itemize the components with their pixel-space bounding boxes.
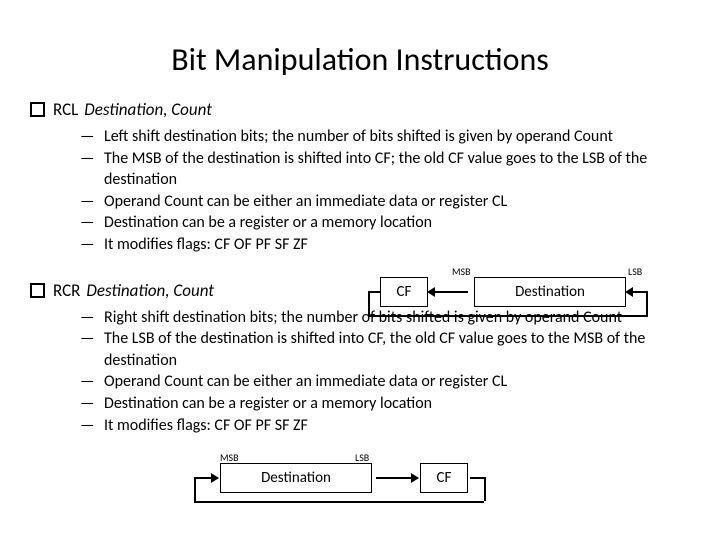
- rcl-mnemonic: RCL: [53, 99, 78, 120]
- rcl-diagram: CF Destination MSB LSB: [380, 272, 660, 322]
- list-item: It modifies flags: CF OF PF SF ZF: [104, 234, 690, 256]
- list-item: Operand Count can be either an immediate…: [104, 191, 690, 213]
- lsb-label: LSB: [628, 265, 642, 278]
- cf-box: CF: [420, 463, 468, 493]
- dest-box: Destination: [220, 463, 372, 493]
- list-item: It modifies flags: CF OF PF SF ZF: [104, 415, 690, 437]
- list-item: The MSB of the destination is shifted in…: [104, 148, 690, 191]
- rcr-mnemonic: RCR: [53, 280, 80, 301]
- rcr-list: —Right shift destination bits; the numbe…: [80, 307, 690, 437]
- cf-box: CF: [380, 277, 428, 307]
- list-item: Destination can be a register or a memor…: [104, 393, 690, 415]
- bullet-square-icon: [30, 283, 45, 298]
- msb-label: MSB: [452, 265, 471, 278]
- rcl-args: Destination, Count: [84, 99, 212, 120]
- rcr-args: Destination, Count: [86, 280, 214, 301]
- lsb-label: LSB: [355, 451, 369, 464]
- dest-box: Destination: [474, 277, 626, 307]
- rcl-list: —Left shift destination bits; the number…: [80, 126, 690, 256]
- list-item: The LSB of the destination is shifted in…: [104, 328, 690, 371]
- rcl-block: RCL Destination, Count —Left shift desti…: [30, 99, 690, 256]
- list-item: Destination can be a register or a memor…: [104, 212, 690, 234]
- bullet-square-icon: [30, 102, 45, 117]
- page-title: Bit Manipulation Instructions: [30, 40, 690, 79]
- list-item: Operand Count can be either an immediate…: [104, 371, 690, 393]
- msb-label: MSB: [220, 451, 239, 464]
- rcl-header: RCL Destination, Count: [30, 99, 690, 120]
- list-item: Left shift destination bits; the number …: [104, 126, 690, 148]
- rcr-diagram: Destination CF MSB LSB: [180, 458, 490, 508]
